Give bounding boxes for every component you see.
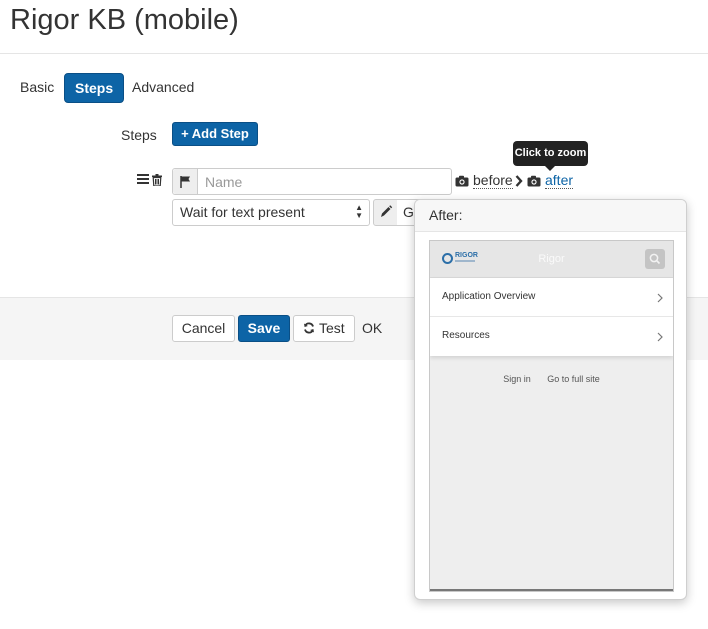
camera-icon: [455, 175, 469, 187]
step-name-group: [172, 168, 452, 195]
title-divider: [0, 53, 708, 54]
steps-label: Steps: [121, 127, 157, 143]
preview-title: Rigor: [538, 253, 565, 265]
screenshot-after-link[interactable]: after: [527, 172, 574, 190]
page-title: Rigor KB (mobile): [10, 4, 239, 36]
chevron-right-icon: [515, 174, 523, 190]
preview-menu: Application Overview Resources: [430, 278, 673, 356]
tooltip-arrow: [545, 166, 555, 171]
camera-icon: [527, 175, 541, 187]
test-button[interactable]: Test: [293, 315, 355, 342]
bars-icon[interactable]: [137, 174, 149, 185]
refresh-icon: [303, 320, 319, 336]
tab-advanced[interactable]: Advanced: [122, 73, 204, 103]
flag-icon: [173, 169, 198, 194]
pencil-icon: [373, 199, 398, 226]
screenshot-before-link[interactable]: before: [455, 172, 513, 190]
popover-title: After:: [415, 200, 686, 232]
after-label: after: [545, 172, 574, 189]
chevron-right-icon: [657, 332, 663, 342]
tab-steps[interactable]: Steps: [64, 73, 125, 103]
test-label: Test: [318, 320, 345, 336]
search-icon: [645, 249, 665, 269]
preview-footer-links: Sign in Go to full site: [503, 374, 600, 384]
before-label: before: [473, 172, 513, 189]
list-item: Application Overview: [430, 278, 673, 317]
screenshot-preview[interactable]: RIGOR Rigor Application Overview Resourc…: [429, 240, 674, 592]
add-step-button[interactable]: + Add Step: [172, 122, 258, 146]
add-step-label: Add Step: [191, 126, 249, 141]
action-select[interactable]: Wait for text present ▲ ▼: [172, 199, 370, 226]
step-name-input[interactable]: [199, 169, 451, 194]
cancel-button[interactable]: Cancel: [172, 315, 235, 342]
action-select-value: Wait for text present: [180, 204, 305, 220]
tab-basic[interactable]: Basic: [10, 73, 64, 103]
status-text: OK: [362, 320, 383, 336]
screenshot-popover: After: RIGOR Rigor Application Overview …: [414, 199, 687, 600]
zoom-tooltip: Click to zoom: [513, 141, 588, 166]
preview-header: RIGOR Rigor: [430, 241, 673, 278]
trash-icon[interactable]: [152, 173, 162, 189]
list-item: Resources: [430, 317, 673, 356]
plus-icon: +: [181, 126, 189, 141]
select-caret-icon: ▲ ▼: [355, 203, 363, 220]
chevron-right-icon: [657, 293, 663, 303]
save-button[interactable]: Save: [238, 315, 290, 342]
